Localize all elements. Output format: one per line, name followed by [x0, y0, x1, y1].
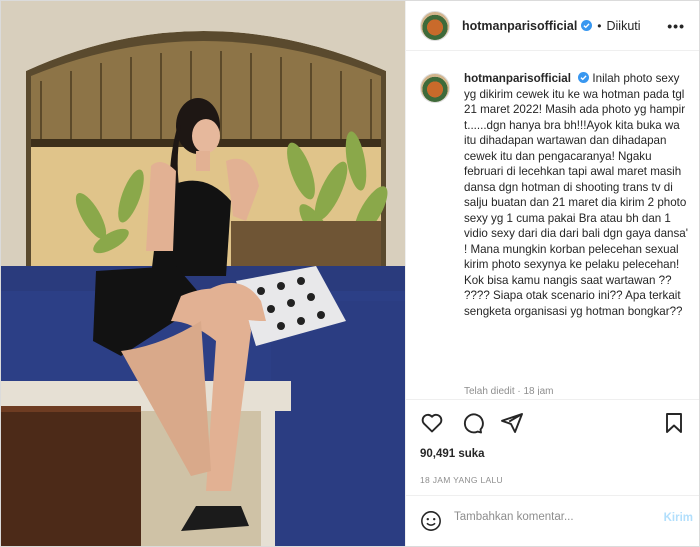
caption: hotmanparisofficial Inilah photo sexy yg… [420, 71, 689, 319]
caption-text-block: hotmanparisofficial Inilah photo sexy yg… [464, 71, 689, 319]
comment-icon[interactable] [460, 411, 484, 435]
submit-comment-button[interactable]: Kirim [664, 512, 693, 524]
caption-username[interactable]: hotmanparisofficial [464, 72, 571, 85]
photo-illustration [1, 1, 405, 546]
comment-form: Kirim [406, 495, 699, 547]
edited-note: Telah diedit · 18 jam [464, 386, 554, 395]
post-time[interactable]: 18 JAM YANG LALU [420, 475, 503, 485]
comment-input[interactable] [452, 510, 646, 524]
post-photo[interactable] [1, 1, 405, 546]
post-header: hotmanparisofficial • Diikuti ••• [406, 1, 699, 51]
likes-count[interactable]: 90,491 suka [420, 448, 485, 460]
separator-dot: • [597, 18, 602, 33]
caption-avatar[interactable] [420, 73, 450, 103]
emoji-icon[interactable] [420, 510, 442, 532]
more-options-icon[interactable]: ••• [667, 18, 685, 34]
share-icon[interactable] [500, 411, 524, 435]
bookmark-icon[interactable] [662, 411, 686, 435]
post-sidebar: hotmanparisofficial • Diikuti ••• hotman… [405, 1, 699, 546]
verified-icon [578, 72, 590, 83]
verified-icon [581, 20, 593, 31]
action-bar [406, 399, 699, 448]
avatar[interactable] [420, 10, 450, 41]
caption-text: Inilah photo sexy yg dikirim cewek itu k… [464, 72, 688, 318]
heart-icon[interactable] [420, 411, 444, 435]
header-username[interactable]: hotmanparisofficial [462, 19, 577, 33]
instagram-post: hotmanparisofficial • Diikuti ••• hotman… [0, 0, 700, 547]
follow-status-button[interactable]: Diikuti [607, 19, 641, 33]
